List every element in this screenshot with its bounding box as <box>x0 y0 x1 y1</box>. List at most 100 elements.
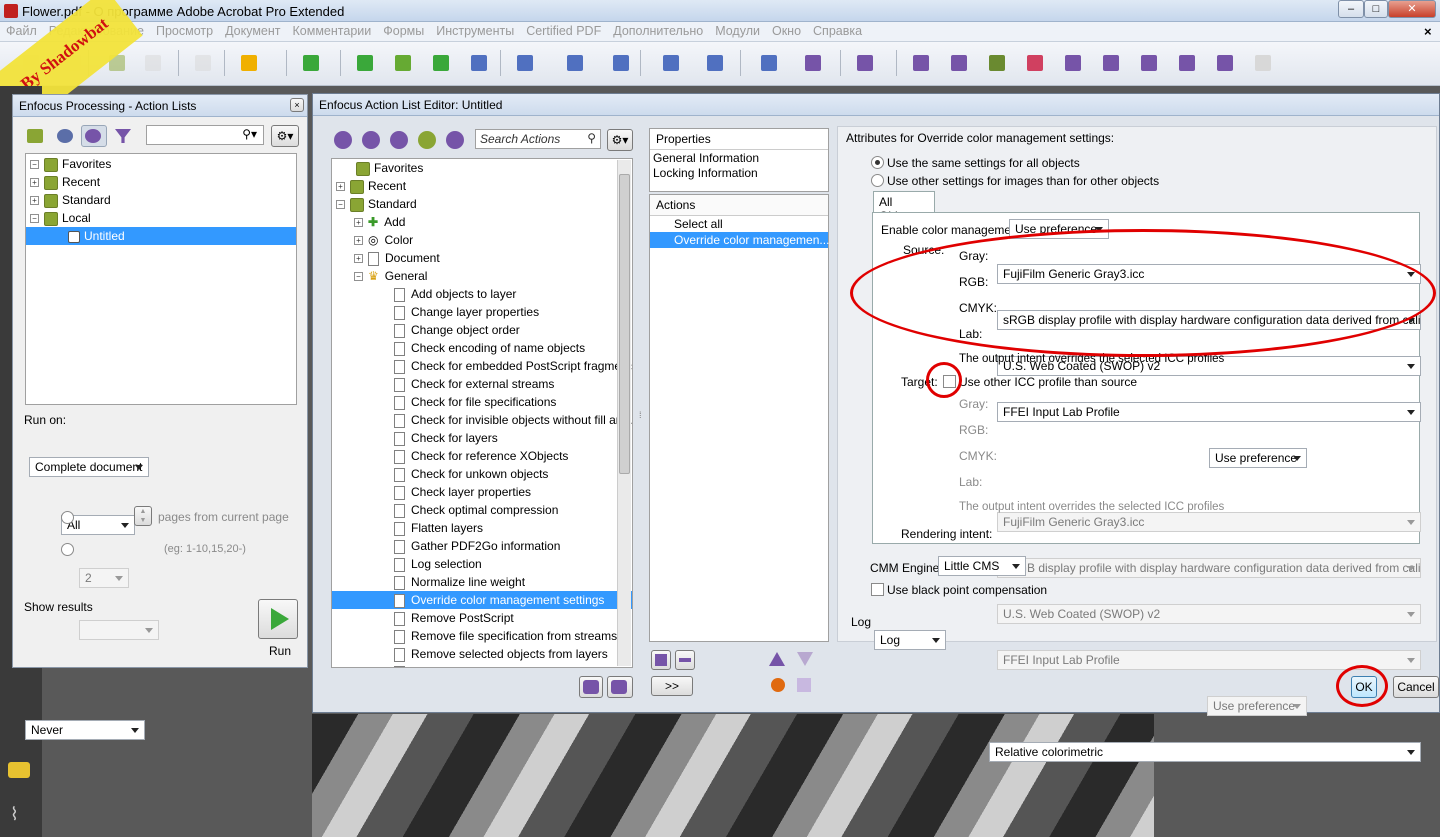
action-item[interactable]: Change layer properties <box>332 303 632 321</box>
action-item[interactable]: Check for layers <box>332 429 632 447</box>
splitter-handle[interactable]: ⁞ <box>639 410 642 420</box>
move-down-icon[interactable] <box>797 652 813 666</box>
run-on-select[interactable]: Complete document <box>29 457 149 477</box>
action-item[interactable]: Check for invisible objects without fill… <box>332 411 632 429</box>
stop-icon[interactable] <box>797 678 811 692</box>
action-select-all[interactable]: Select all <box>650 216 828 232</box>
target-rgb-select[interactable]: sRGB display profile with display hardwa… <box>997 558 1421 578</box>
log-select[interactable]: Log <box>874 630 946 650</box>
tree-item-standard[interactable]: − Standard <box>332 195 632 213</box>
action-item[interactable]: Gather PDF2Go information <box>332 537 632 555</box>
add-actions-button[interactable] <box>607 676 633 698</box>
action-item[interactable]: Select XObjects <box>332 663 632 667</box>
menu-item-5[interactable]: Формы <box>377 22 430 40</box>
action-item[interactable]: Remove selected objects from layers <box>332 645 632 663</box>
toolbar-tool-icon[interactable] <box>608 50 634 76</box>
action-item[interactable]: Check for file specifications <box>332 393 632 411</box>
record-icon[interactable] <box>771 678 785 692</box>
minimize-button[interactable]: – <box>1338 0 1364 18</box>
tree-item-favorites[interactable]: Favorites <box>332 159 632 177</box>
tree-item-untitled[interactable]: Untitled <box>26 227 296 245</box>
property-general-information[interactable]: General Information <box>650 150 828 166</box>
action-item[interactable]: Check optimal compression <box>332 501 632 519</box>
remove-action-button[interactable] <box>675 650 695 670</box>
toolbar-tool-icon[interactable] <box>1098 50 1124 76</box>
toolbar-tool-icon[interactable] <box>1250 50 1276 76</box>
action-item[interactable]: Check layer properties <box>332 483 632 501</box>
action-item[interactable]: Remove file specification from streams <box>332 627 632 645</box>
toolbar-tool-icon[interactable] <box>140 50 166 76</box>
target-cmyk-select[interactable]: U.S. Web Coated (SWOP) v2 <box>997 604 1421 624</box>
action-list-search-input[interactable]: ⚲▾ <box>146 125 264 145</box>
category-color[interactable]: + ◎ Color <box>332 231 632 249</box>
editor-tool-icon[interactable] <box>331 128 355 152</box>
action-item[interactable]: Add objects to layer <box>332 285 632 303</box>
editor-options-button[interactable]: ⚙▾ <box>607 129 633 151</box>
tree-item-recent[interactable]: + Recent <box>26 173 296 191</box>
action-override-color[interactable]: Override color managemen... <box>650 232 829 248</box>
editor-tool-icon[interactable] <box>359 128 383 152</box>
menu-item-11[interactable]: Справка <box>807 22 868 40</box>
toolbar-tool-icon[interactable] <box>1212 50 1238 76</box>
action-item[interactable]: Check encoding of name objects <box>332 339 632 357</box>
filter-icon[interactable] <box>111 125 137 147</box>
menu-item-0[interactable]: Файл <box>0 22 43 40</box>
toolbar-tool-icon[interactable] <box>352 50 378 76</box>
copy-action-button[interactable] <box>651 650 671 670</box>
lab-profile-select[interactable]: FFEI Input Lab Profile <box>997 402 1421 422</box>
menu-item-10[interactable]: Окно <box>766 22 807 40</box>
range-radio[interactable] <box>61 543 74 556</box>
toolbar-tool-icon[interactable] <box>1022 50 1048 76</box>
show-results-select[interactable]: Never <box>25 720 145 740</box>
category-document[interactable]: + Document <box>332 249 632 267</box>
toolbar-tool-icon[interactable] <box>390 50 416 76</box>
pages-stepper[interactable]: ▲ ▼ <box>134 506 152 526</box>
target-gray-select[interactable]: FujiFilm Generic Gray3.icc <box>997 512 1421 532</box>
action-item[interactable]: Check for reference XObjects <box>332 447 632 465</box>
toolbar-tool-icon[interactable] <box>298 50 324 76</box>
toolbar-tool-icon[interactable] <box>190 50 216 76</box>
page-range-input[interactable] <box>79 620 159 640</box>
toolbar-tool-icon[interactable] <box>428 50 454 76</box>
toolbar-tool-icon[interactable] <box>466 50 492 76</box>
pages-count-input[interactable]: 2 <box>79 568 129 588</box>
close-button[interactable]: ✕ <box>1388 0 1436 18</box>
check-action-icon[interactable] <box>23 125 49 147</box>
action-item[interactable]: Remove PostScript <box>332 609 632 627</box>
toolbar-tool-icon[interactable] <box>512 50 538 76</box>
add-to-list-button[interactable] <box>579 676 603 698</box>
action-item[interactable]: Check for unkown objects <box>332 465 632 483</box>
other-settings-radio[interactable] <box>871 174 884 187</box>
menu-item-7[interactable]: Certified PDF <box>520 22 607 40</box>
pages-radio[interactable] <box>61 511 74 524</box>
target-intent-select[interactable]: Use preference <box>1207 696 1307 716</box>
comments-icon[interactable] <box>8 762 30 778</box>
move-up-icon[interactable] <box>769 652 785 666</box>
action-item[interactable]: Check for embedded PostScript fragments <box>332 357 632 375</box>
paperclip-icon[interactable]: ⌇ <box>10 804 19 825</box>
toolbar-tool-icon[interactable] <box>984 50 1010 76</box>
action-item[interactable]: Change object order <box>332 321 632 339</box>
toolbar-tool-icon[interactable] <box>756 50 782 76</box>
gear-tab-icon[interactable] <box>81 125 107 147</box>
globe-icon[interactable] <box>53 125 79 147</box>
property-locking-information[interactable]: Locking Information <box>650 166 828 180</box>
toolbar-tool-icon[interactable] <box>702 50 728 76</box>
editor-tool-icon[interactable] <box>443 128 467 152</box>
menu-item-8[interactable]: Дополнительно <box>607 22 709 40</box>
toolbar-tool-icon[interactable] <box>1174 50 1200 76</box>
close-document-icon[interactable]: × <box>1424 24 1432 39</box>
menu-item-3[interactable]: Документ <box>219 22 286 40</box>
action-item[interactable]: Normalize line weight <box>332 573 632 591</box>
tree-item-favorites[interactable]: − Favorites <box>26 155 296 173</box>
action-item[interactable]: Log selection <box>332 555 632 573</box>
search-actions-input[interactable]: Search Actions ⚲ <box>475 129 601 149</box>
toolbar-tool-icon[interactable] <box>1136 50 1162 76</box>
action-item[interactable]: Override color management settings <box>332 591 632 609</box>
toolbar-tool-icon[interactable] <box>852 50 878 76</box>
menu-item-6[interactable]: Инструменты <box>430 22 520 40</box>
tree-item-standard[interactable]: + Standard <box>26 191 296 209</box>
move-button[interactable]: >> <box>651 676 693 696</box>
menu-item-2[interactable]: Просмотр <box>150 22 219 40</box>
category-general[interactable]: − ♛ General <box>332 267 632 285</box>
